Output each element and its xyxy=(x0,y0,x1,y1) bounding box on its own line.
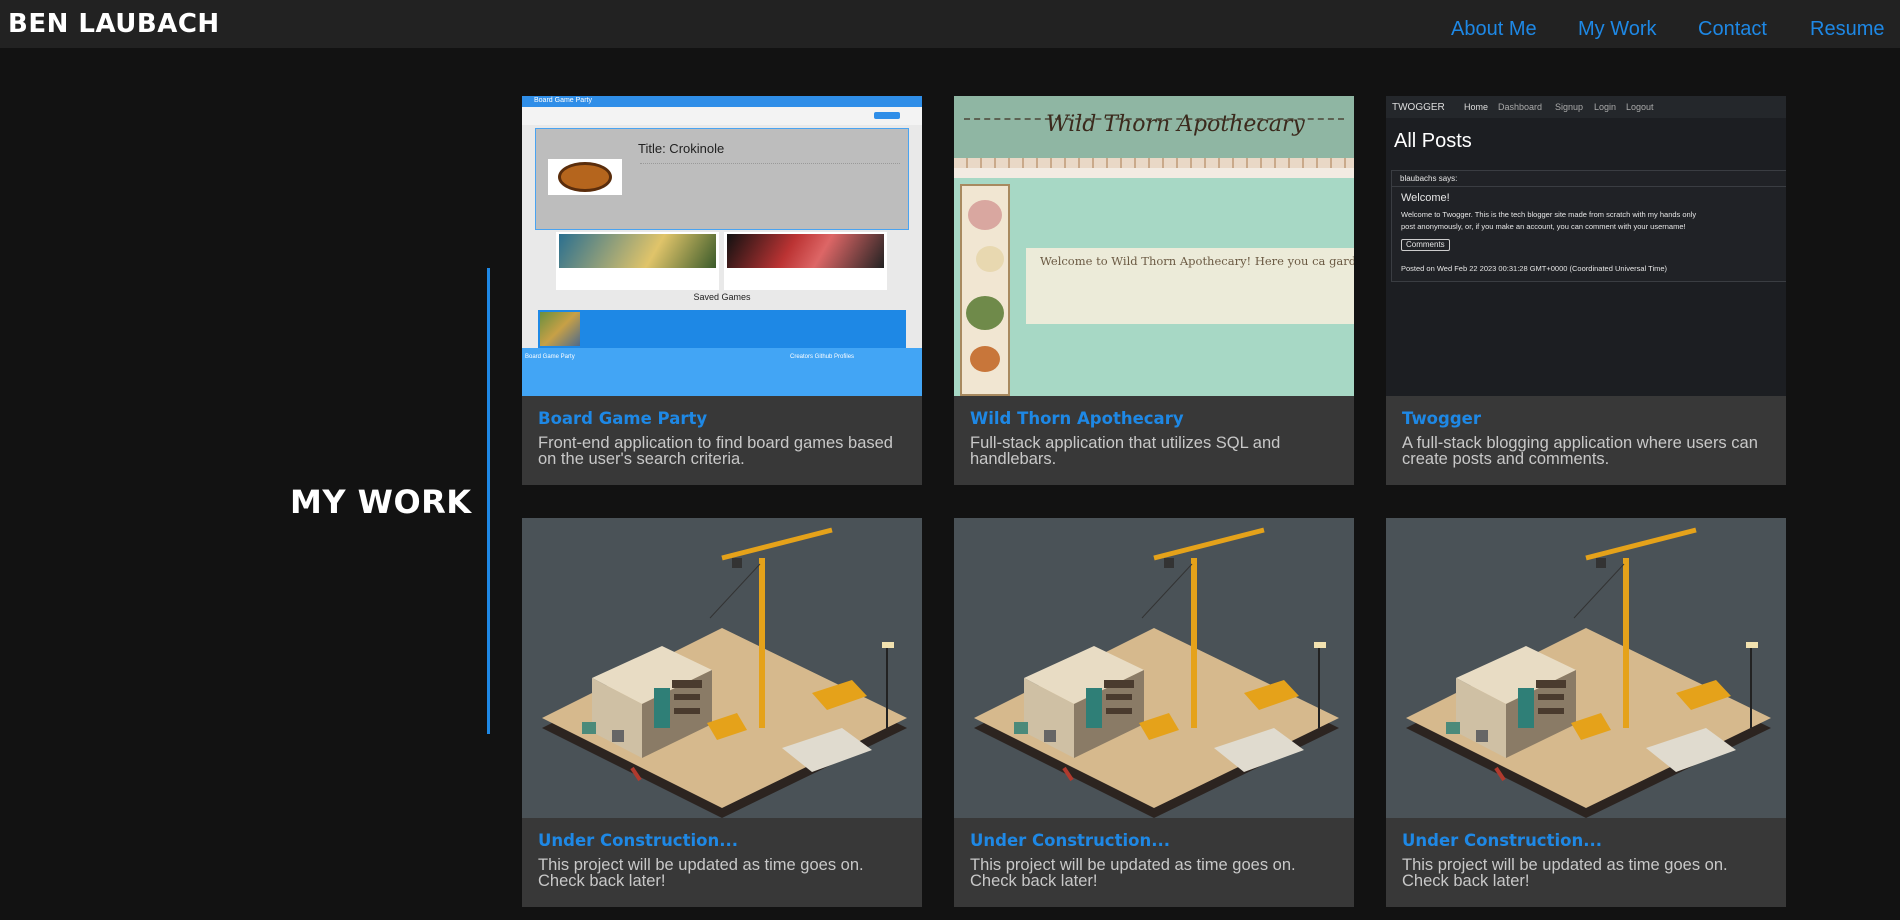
twogger-nav: TWOGGER Home Dashboard Signup Login Logo… xyxy=(1386,96,1786,118)
project-description: A full-stack blogging application where … xyxy=(1402,434,1758,468)
site-brand[interactable]: BEN LAUBACH xyxy=(8,9,220,39)
banner-title: Wild Thorn Apothecary xyxy=(1046,112,1305,137)
nav-about-me[interactable]: About Me xyxy=(1451,18,1537,41)
project-screenshot: Board Game Party Title: Crokinole Saved … xyxy=(522,96,922,396)
app-name: Board Game Party xyxy=(534,97,592,104)
game-image xyxy=(727,234,884,268)
construction-site-icon xyxy=(974,527,1339,818)
floral-illustration xyxy=(960,184,1010,396)
project-description: This project will be updated as time goe… xyxy=(1402,856,1728,890)
section-divider xyxy=(487,268,490,734)
construction-site-icon xyxy=(542,527,907,818)
game-card xyxy=(724,232,887,290)
crokinole-board-image xyxy=(558,162,612,192)
nav-contact[interactable]: Contact xyxy=(1698,18,1767,41)
nav-my-work[interactable]: My Work xyxy=(1578,18,1657,41)
footer: Board Game Party Creators Github Profile… xyxy=(522,348,922,396)
project-title[interactable]: Under Construction... xyxy=(538,831,738,850)
section-title: MY WORK xyxy=(290,483,472,521)
project-card-under-construction[interactable]: Under Construction... This project will … xyxy=(1386,518,1786,907)
project-card-under-construction[interactable]: Under Construction... This project will … xyxy=(954,518,1354,907)
project-title[interactable]: Twogger xyxy=(1402,409,1481,428)
project-title[interactable]: Under Construction... xyxy=(1402,831,1602,850)
saved-games-heading: Saved Games xyxy=(693,292,751,302)
game-image xyxy=(540,312,580,346)
game-title: Title: Crokinole xyxy=(638,141,725,156)
game-card xyxy=(556,232,719,290)
game-details xyxy=(640,163,900,203)
project-title[interactable]: Board Game Party xyxy=(538,409,707,428)
project-title[interactable]: Wild Thorn Apothecary xyxy=(970,409,1184,428)
construction-illustration xyxy=(954,518,1354,818)
project-card-wild-thorn-apothecary[interactable]: Wild Thorn Apothecary Welcome to Wild Th… xyxy=(954,96,1354,485)
posts-heading: All Posts xyxy=(1394,130,1472,152)
welcome-text: Welcome to Wild Thorn Apothecary! Here y… xyxy=(1026,248,1354,324)
game-detail-panel: Title: Crokinole xyxy=(535,128,909,230)
construction-site-icon xyxy=(1406,527,1771,818)
project-description: This project will be updated as time goe… xyxy=(970,856,1296,890)
post-card: blaubachs says: Welcome! Welcome to Twog… xyxy=(1391,170,1786,282)
project-card-board-game-party[interactable]: Board Game Party Title: Crokinole Saved … xyxy=(522,96,922,485)
saved-game-row xyxy=(538,310,906,348)
construction-illustration xyxy=(522,518,922,818)
top-nav-bar: BEN LAUBACH About Me My Work Contact Res… xyxy=(0,0,1900,48)
comments-button: Comments xyxy=(1401,239,1450,251)
search-button xyxy=(874,112,900,119)
project-screenshot: TWOGGER Home Dashboard Signup Login Logo… xyxy=(1386,96,1786,396)
project-card-under-construction[interactable]: Under Construction... This project will … xyxy=(522,518,922,907)
project-description: This project will be updated as time goe… xyxy=(538,856,864,890)
project-card-twogger[interactable]: TWOGGER Home Dashboard Signup Login Logo… xyxy=(1386,96,1786,485)
nav-resume[interactable]: Resume xyxy=(1810,18,1884,41)
project-screenshot: Wild Thorn Apothecary Welcome to Wild Th… xyxy=(954,96,1354,396)
project-description: Full-stack application that utilizes SQL… xyxy=(970,434,1281,468)
project-title[interactable]: Under Construction... xyxy=(970,831,1170,850)
construction-illustration xyxy=(1386,518,1786,818)
banner: Wild Thorn Apothecary xyxy=(954,96,1354,158)
project-description: Front-end application to find board game… xyxy=(538,434,893,468)
game-image xyxy=(559,234,716,268)
filter-bar xyxy=(522,107,922,125)
